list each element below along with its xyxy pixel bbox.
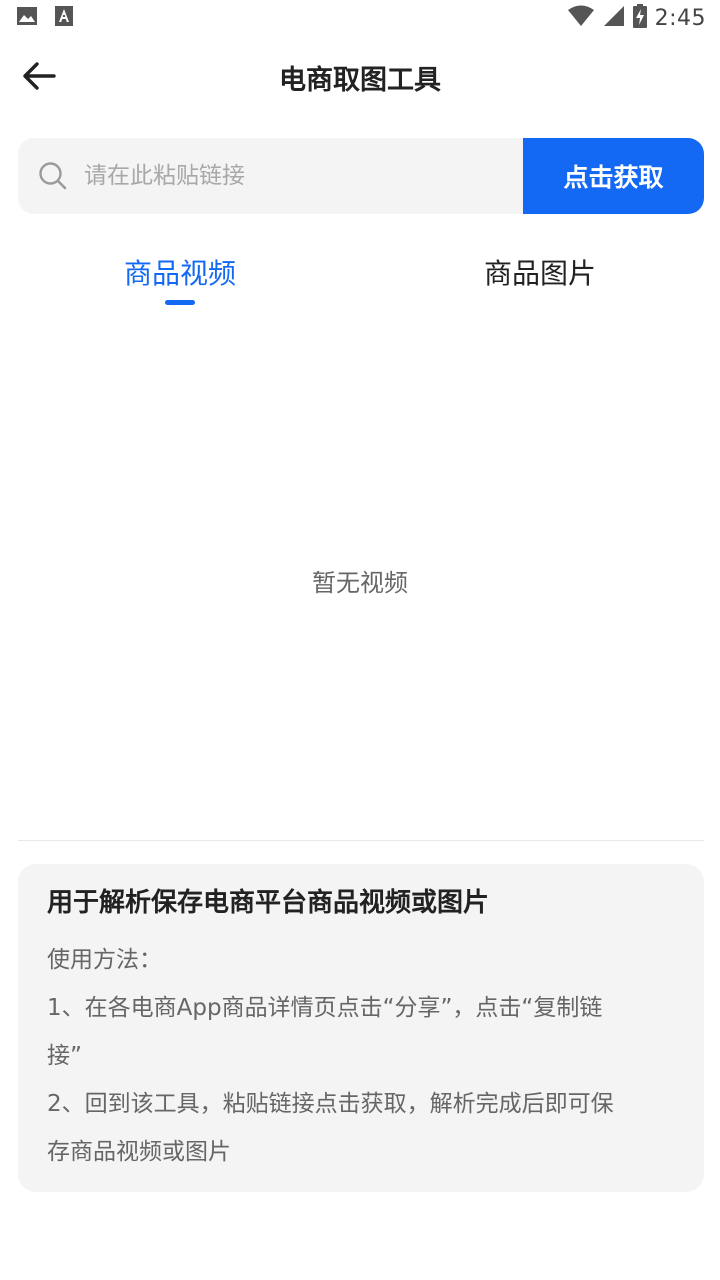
divider xyxy=(18,840,704,841)
status-bar: 2:45 xyxy=(0,0,720,36)
wifi-icon xyxy=(567,5,595,31)
active-tab-indicator xyxy=(165,300,195,305)
search-icon xyxy=(38,160,70,192)
top-bar: 电商取图工具 xyxy=(0,36,720,120)
search-box[interactable] xyxy=(18,138,523,214)
page-title: 电商取图工具 xyxy=(279,65,441,96)
step1-line2: 接” xyxy=(47,1043,82,1069)
status-left xyxy=(16,5,74,31)
info-card: 用于解析保存电商平台商品视频或图片 使用方法： 1、在各电商App商品详情页点击… xyxy=(18,864,704,1192)
image-icon xyxy=(16,5,38,31)
tab-product-video[interactable]: 商品视频 xyxy=(60,252,300,292)
status-right: 2:45 xyxy=(567,4,706,32)
cellular-signal-icon xyxy=(603,5,625,31)
step1-line1: 1、在各电商App商品详情页点击“分享”，点击“复制链 xyxy=(47,995,603,1021)
battery-charging-icon xyxy=(632,4,647,32)
step2-line2: 存商品视频或图片 xyxy=(47,1139,231,1165)
usage-label: 使用方法： xyxy=(47,947,162,973)
step2-line1: 2、回到该工具，粘贴链接点击获取，解析完成后即可保 xyxy=(47,1091,614,1117)
info-title: 用于解析保存电商平台商品视频或图片 xyxy=(47,888,490,918)
tab-bar: 商品视频 商品图片 xyxy=(0,240,720,320)
status-time: 2:45 xyxy=(654,5,706,31)
tab-product-image[interactable]: 商品图片 xyxy=(420,252,660,292)
search-bar: 点击获取 xyxy=(18,138,704,214)
fetch-button[interactable]: 点击获取 xyxy=(523,138,704,214)
empty-state: 暂无视频 xyxy=(0,320,720,840)
empty-state-text: 暂无视频 xyxy=(312,568,408,597)
link-input[interactable] xyxy=(84,163,484,189)
font-icon xyxy=(54,5,74,31)
